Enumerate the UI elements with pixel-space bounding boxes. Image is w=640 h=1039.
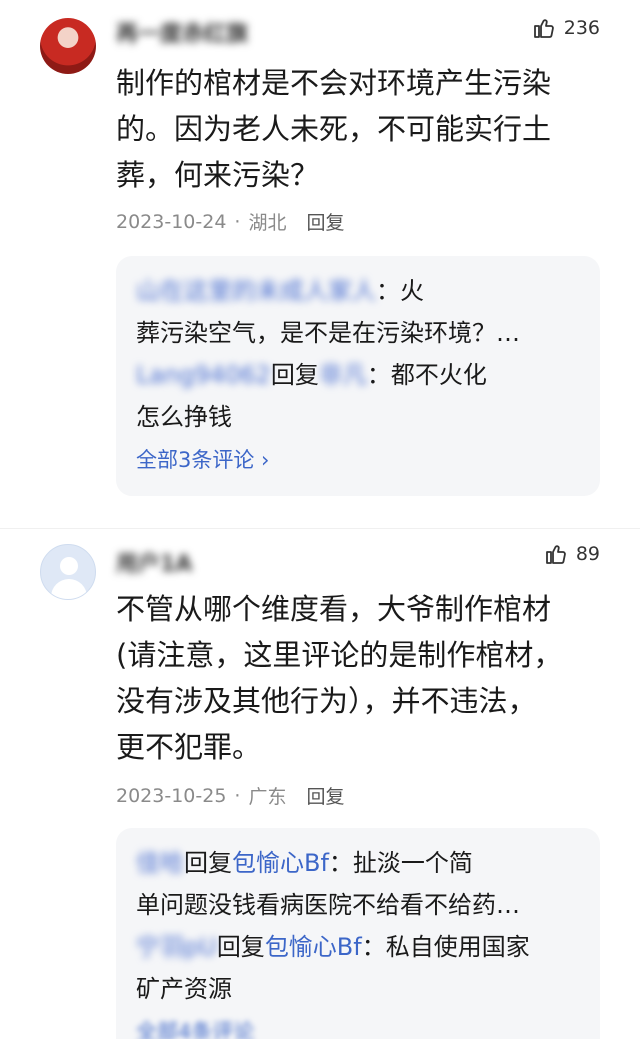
like-count: 89 [575,543,600,565]
reply-text-continued: 矿产资源 [136,975,232,1003]
divider [0,528,640,529]
reply-text: ：都不火化 [366,361,487,389]
comment-text: 制作的棺材是不会对环境产生污染 的。因为老人未死，不可能实行土 葬，何来污染？ [116,66,552,192]
reply-author[interactable]: 佳哈 [136,842,184,884]
reply-button[interactable]: 回复 [306,782,344,809]
separator-dot: · [234,210,241,233]
reply-author[interactable]: 山在这里的未成人家人 [136,270,376,312]
reply-verb: 回复 [270,361,319,389]
reply-text-continued: 怎么挣钱 [136,403,232,431]
reply-text: ：私自使用国家 [361,933,530,961]
reply-text: ：扯淡一个简 [328,849,473,877]
reply-author[interactable]: 宁羽pU [136,926,217,968]
reply-thread: 山在这里的未成人家人：火 葬污染空气，是不是在污染环境？… Lang94062回… [116,256,600,496]
reply-button[interactable]: 回复 [306,208,344,235]
avatar[interactable] [40,18,96,74]
reply-thread: 佳哈回复包愉心Bf：扯淡一个简 单问题没钱看病医院不给看不给药… 宁羽pU回复包… [116,828,600,1039]
comment-date: 2023-10-24 [116,210,227,233]
reply-item[interactable]: 宁羽pU回复包愉心Bf：私自使用国家 [136,926,580,968]
comment-meta: 2023-10-24 · 湖北 回复 [116,208,345,235]
like-count: 236 [563,17,600,39]
reply-item[interactable]: 山在这里的未成人家人：火 [136,270,580,312]
comment-date: 2023-10-25 [116,784,227,807]
comment-meta: 2023-10-25 · 广东 回复 [116,782,345,809]
reply-text-continued: 单问题没钱看病医院不给看不给药… [136,891,520,919]
avatar[interactable] [40,544,96,600]
like-button[interactable]: 236 [532,16,600,40]
username[interactable]: 再一度赤红旗 [116,16,248,47]
username[interactable]: 用户1A [116,546,192,577]
like-button[interactable]: 89 [544,542,600,566]
reply-author[interactable]: Lang94062 [136,354,271,396]
reply-verb: 回复 [184,849,232,877]
reply-verb: 回复 [216,933,265,961]
view-all-replies-link[interactable]: 全部4条评论 [136,1012,580,1039]
reply-target[interactable]: 包愉心Bf [265,933,362,961]
reply-item[interactable]: Lang94062回复非凡：都不火化 [136,354,580,396]
comment-text: 不管从哪个维度看，大爷制作棺材 (请注意，这里评论的是制作棺材， 没有涉及其他行… [116,592,563,764]
view-all-replies-link[interactable]: 全部3条评论 › [136,440,580,480]
comment-location: 广东 [248,786,287,808]
reply-text-continued: 葬污染空气，是不是在污染环境？… [136,319,520,347]
reply-item[interactable]: 佳哈回复包愉心Bf：扯淡一个简 [136,842,580,884]
reply-target[interactable]: 非凡 [319,354,367,396]
comment-location: 湖北 [248,212,287,234]
reply-target[interactable]: 包愉心Bf [232,849,329,877]
thumbs-up-icon [532,16,556,40]
separator-dot: · [234,784,241,807]
thumbs-up-icon [544,542,568,566]
reply-text: ：火 [376,277,424,305]
